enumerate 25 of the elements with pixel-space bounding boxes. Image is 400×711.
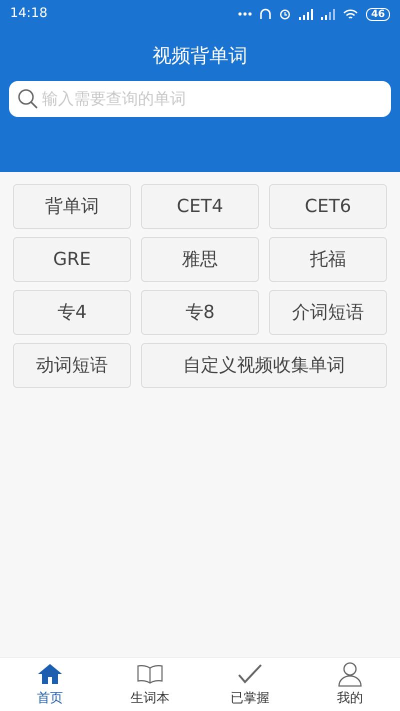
category-button[interactable]: 自定义视频收集单词 <box>141 343 387 388</box>
more-dots-icon <box>238 12 252 16</box>
wifi-icon <box>343 8 358 20</box>
category-button[interactable]: 雅思 <box>141 237 259 282</box>
category-button[interactable]: 托福 <box>269 237 387 282</box>
nav-tab[interactable]: 我的 <box>300 658 400 711</box>
search-icon <box>17 88 39 110</box>
category-button[interactable]: 介词短语 <box>269 290 387 335</box>
signal-icon <box>299 8 314 20</box>
category-button[interactable]: 专4 <box>13 290 131 335</box>
category-button[interactable]: CET4 <box>141 184 259 229</box>
category-button[interactable]: 动词短语 <box>13 343 131 388</box>
app-title: 视频背单词 <box>152 44 248 69</box>
nav-tab[interactable]: 首页 <box>0 658 100 711</box>
nav-tab[interactable]: 已掌握 <box>200 658 300 711</box>
nav-tab[interactable]: 生词本 <box>100 658 200 711</box>
category-button[interactable]: 专8 <box>141 290 259 335</box>
alarm-icon <box>279 8 292 20</box>
battery-indicator: 46 <box>366 8 390 20</box>
clock-time: 14:18 <box>10 5 48 24</box>
category-button[interactable]: GRE <box>13 237 131 282</box>
category-button[interactable]: 背单词 <box>13 184 131 229</box>
headphones-icon <box>260 8 272 20</box>
category-button[interactable]: CET6 <box>269 184 387 229</box>
signal-icon <box>321 8 336 20</box>
